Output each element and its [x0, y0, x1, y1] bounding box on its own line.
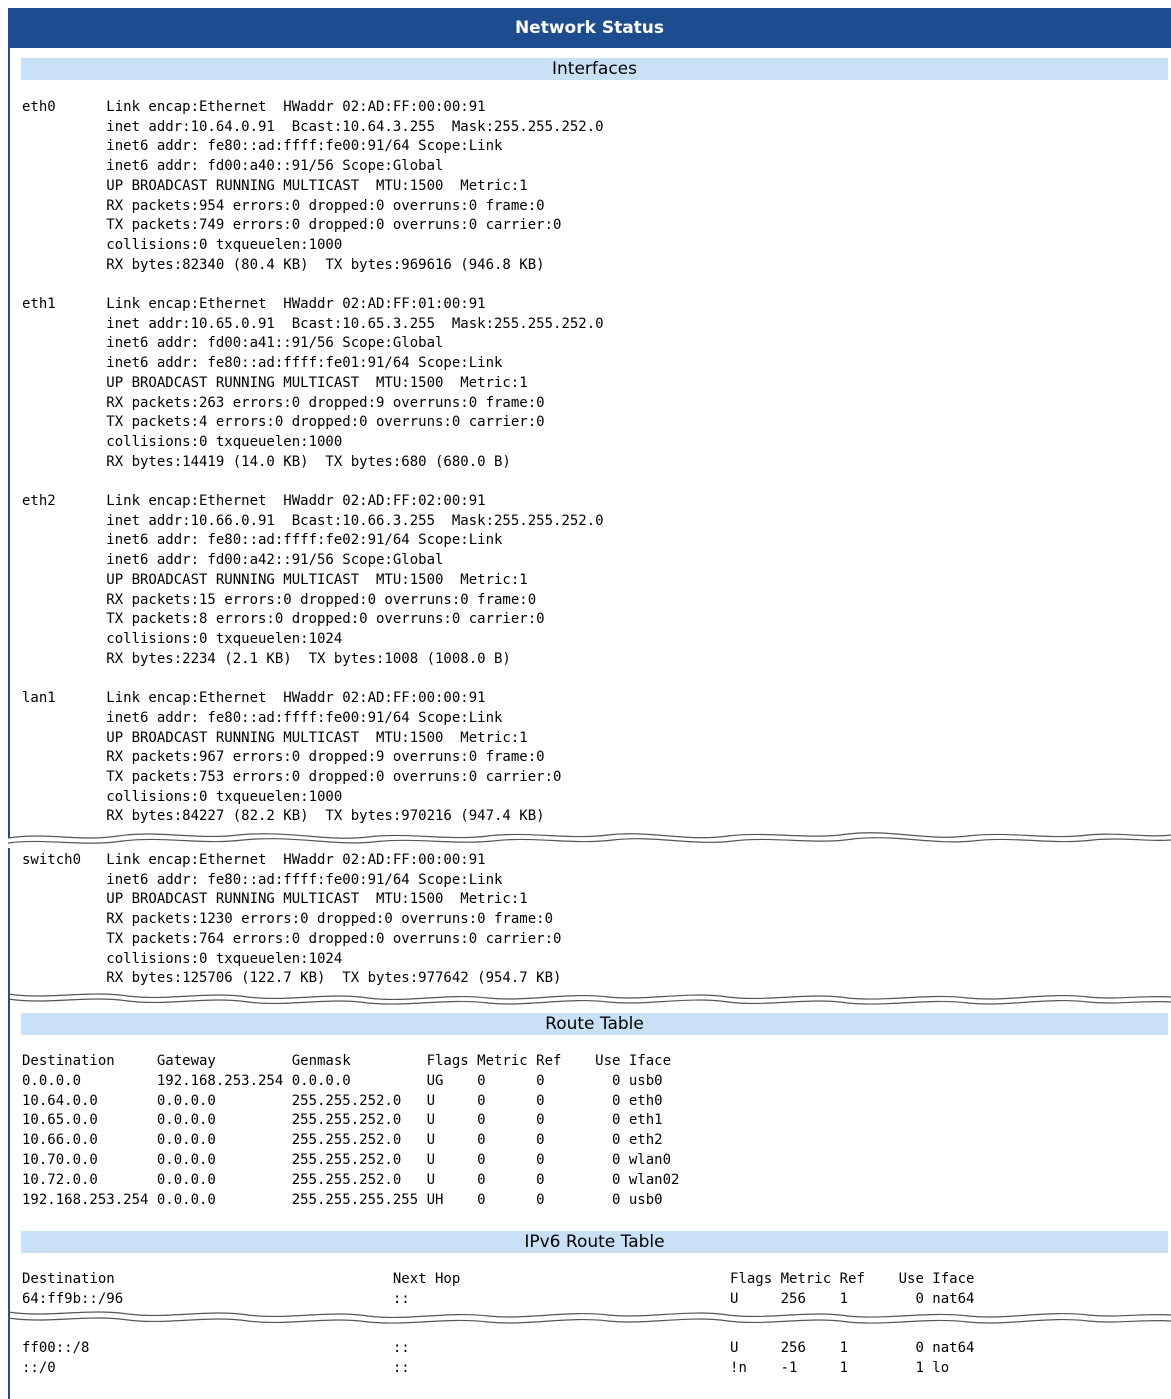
- route-table: Destination Gateway Genmask Flags Metric…: [22, 1053, 680, 1208]
- interfaces-output: eth0 Link encap:Ethernet HWaddr 02:AD:FF…: [22, 99, 604, 825]
- route-table-section-header: Route Table: [21, 1013, 1168, 1035]
- torn-edge-separator: [8, 1311, 1171, 1324]
- ipv6-route-table: Destination Next Hop Flags Metric Ref Us…: [22, 1271, 975, 1307]
- ipv6-route-table-continued: ff00::/8 :: U 256 1 0 nat64 ::/0 :: !n -…: [22, 1340, 975, 1376]
- page-title: Network Status: [8, 8, 1171, 48]
- torn-edge-separator: [8, 832, 1171, 848]
- ipv6-route-table-section-header: IPv6 Route Table: [21, 1231, 1168, 1253]
- interfaces-section-header: Interfaces: [21, 58, 1168, 80]
- torn-edge-separator: [8, 993, 1171, 1005]
- interfaces-output-continued: switch0 Link encap:Ethernet HWaddr 02:AD…: [22, 852, 562, 987]
